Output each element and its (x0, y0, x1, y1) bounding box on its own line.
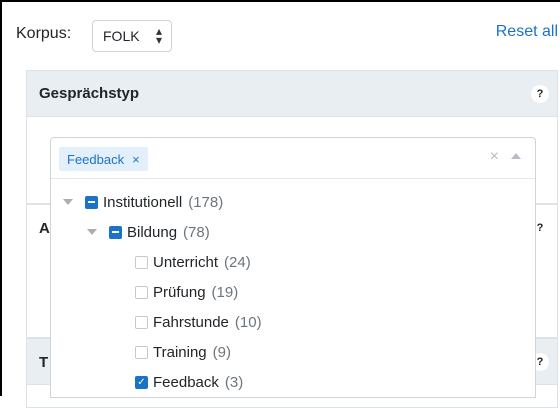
top-bar: Korpus: FOLK ▴ ▾ Reset all (2, 2, 560, 68)
node-count: (3) (224, 373, 244, 391)
tree-node-fahrstunde[interactable]: Fahrstunde (10) (135, 310, 262, 334)
gespraechstyp-multiselect[interactable]: Feedback × × Institutionell (178) Bildun… (50, 137, 536, 398)
node-count: (178) (188, 193, 224, 211)
tree-node-bildung[interactable]: Bildung (78) (87, 220, 210, 244)
korpus-label: Korpus: (16, 25, 72, 42)
checkbox-partial[interactable] (109, 225, 122, 239)
node-label: Training (153, 343, 207, 361)
tree-node-training[interactable]: Training (9) (135, 340, 231, 364)
app-frame: Korpus: FOLK ▴ ▾ Reset all Gesprächstyp ?… (0, 0, 560, 408)
panel-title: T (39, 354, 49, 371)
korpus-value: FOLK (103, 28, 140, 44)
checkbox[interactable] (135, 255, 148, 269)
checkbox[interactable] (135, 345, 148, 359)
node-count: (9) (212, 343, 231, 361)
panel-header[interactable]: Gesprächstyp ? (27, 71, 557, 117)
node-label: Prüfung (153, 283, 206, 301)
chip-label: Feedback (67, 151, 125, 167)
panel-title: A (39, 220, 50, 237)
chip-remove-icon[interactable]: × (132, 152, 140, 167)
node-count: (19) (211, 283, 239, 301)
selected-chip: Feedback × (59, 147, 148, 171)
tree-node-pruefung[interactable]: Prüfung (19) (135, 280, 238, 304)
help-icon[interactable]: ? (531, 85, 549, 103)
node-count: (24) (224, 253, 251, 271)
node-label: Bildung (127, 223, 178, 241)
checkbox-checked[interactable]: ✓ (135, 375, 148, 389)
clear-icon[interactable]: × (490, 148, 499, 166)
sort-arrows-icon: ▴ ▾ (155, 24, 162, 47)
chevron-up-icon[interactable] (511, 153, 521, 159)
checkbox[interactable] (135, 315, 148, 329)
node-label: Unterricht (153, 253, 219, 271)
checkbox[interactable] (135, 285, 148, 299)
node-label: Feedback (153, 373, 219, 391)
caret-down-icon[interactable] (63, 199, 73, 205)
multiselect-control[interactable]: Feedback × × (51, 138, 535, 179)
reset-all-link[interactable]: Reset all (496, 23, 558, 41)
node-label: Fahrstunde (153, 313, 229, 331)
tree-node-institutionell[interactable]: Institutionell (178) (63, 190, 223, 214)
tree-node-unterricht[interactable]: Unterricht (24) (135, 250, 251, 274)
node-count: (78) (183, 223, 210, 241)
korpus-select[interactable]: FOLK ▴ ▾ (92, 20, 172, 52)
checkbox-partial[interactable] (85, 195, 98, 209)
node-count: (10) (234, 313, 262, 331)
tree-node-feedback[interactable]: ✓ Feedback (3) (135, 370, 243, 394)
panel-title: Gesprächstyp (39, 85, 140, 102)
caret-down-icon[interactable] (87, 229, 97, 235)
node-label: Institutionell (103, 193, 183, 211)
